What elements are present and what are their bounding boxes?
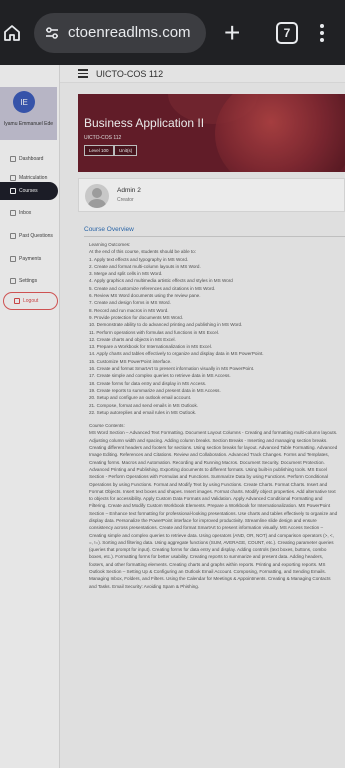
course-title: Business Application II <box>84 116 205 130</box>
dashboard-icon <box>10 156 16 162</box>
main-content: UICTO-COS 112 Business Application II UI… <box>60 65 345 768</box>
outcome-item: 13. Prepare a Workbook for International… <box>89 344 212 350</box>
avatar <box>85 184 109 208</box>
site-settings-icon[interactable] <box>42 23 62 43</box>
outcome-item: 8. Record and run macros in MS Word. <box>89 307 169 313</box>
contents-title: Course Contents: <box>89 423 125 429</box>
outcome-item: 12. Create charts and objects in MS Exce… <box>89 336 176 342</box>
outcome-item: 16. Create and format SmartArt to presen… <box>89 366 255 372</box>
sidebar-item-dashboard[interactable]: Dashboard <box>0 150 58 168</box>
sidebar-item-label: Past Questions <box>19 233 53 239</box>
page-title: UICTO-COS 112 <box>96 68 164 79</box>
sidebar-item-payments[interactable]: Payments <box>0 250 58 268</box>
course-overview: Course Overview Learning Outcomes: At th… <box>78 225 345 768</box>
sidebar-item-settings[interactable]: Settings <box>0 272 58 290</box>
outcome-item: 3. Merge and split cells in MS Word. <box>89 271 163 277</box>
outcome-item: 11. Perform operations with formulas and… <box>89 329 220 335</box>
sidebar-item-courses[interactable]: Courses <box>0 182 58 200</box>
instructor-role: Creator <box>117 197 134 203</box>
outcome-item: 10. Demonstrate ability to do advanced p… <box>89 322 243 328</box>
outcomes-list: 1. Apply text effects and typography in … <box>89 256 339 417</box>
outcomes-title: Learning Outcomes: <box>89 242 131 247</box>
outcome-item: 1. Apply text effects and typography in … <box>89 256 189 262</box>
outcome-item: 15. Customize MS PowerPoint interface. <box>89 358 172 364</box>
browser-menu-icon[interactable] <box>320 23 324 42</box>
profile-name: Iyamu Emmanuel Ede <box>3 121 54 127</box>
avatar: IE <box>13 91 35 113</box>
matriculation-icon <box>10 175 16 181</box>
level-badge: Level 100 <box>84 145 114 156</box>
divider <box>84 236 345 237</box>
outcome-item: 22. Setup autoreplies and email rules in… <box>89 409 197 415</box>
outcome-item: 21. Compose, format and send emails in M… <box>89 402 199 408</box>
gear-icon <box>10 278 16 284</box>
sidebar-item-label: Settings <box>19 278 38 284</box>
page-header: UICTO-COS 112 <box>60 65 345 83</box>
inbox-icon <box>10 210 16 216</box>
payments-icon <box>10 256 16 262</box>
sidebar-item-label: Matriculation <box>19 175 48 181</box>
page-viewport: IE Iyamu Emmanuel Ede Dashboard Matricul… <box>0 65 345 768</box>
past-questions-icon <box>10 233 16 239</box>
contents-text: MS Word Section – Advanced Text Formatti… <box>89 430 338 589</box>
sidebar: IE Iyamu Emmanuel Ede Dashboard Matricul… <box>0 65 60 768</box>
outcome-item: 7. Create and design forms in MS Word. <box>89 300 171 306</box>
outcome-item: 6. Review MS Word documents using the re… <box>89 293 201 299</box>
overview-heading: Course Overview <box>84 226 134 233</box>
url-text[interactable]: ctoenreadlms.com <box>68 24 200 41</box>
home-icon[interactable] <box>2 23 22 43</box>
outcome-item: 4. Apply graphics and multimedia artisti… <box>89 278 233 284</box>
profile-card[interactable]: IE Iyamu Emmanuel Ede <box>0 87 57 140</box>
sidebar-item-label: Inbox <box>19 210 32 216</box>
instructor-card: Admin 2 Creator <box>78 178 345 212</box>
sidebar-item-label: Dashboard <box>19 156 44 162</box>
units-badge: Unit(s) <box>114 145 138 156</box>
outcomes-intro: At the end of this course, students shou… <box>89 249 197 255</box>
outcome-item: 20. Setup and configure an outlook email… <box>89 395 192 401</box>
banner-decoration <box>215 94 345 172</box>
outcome-item: 18. Create forms for data entry and disp… <box>89 380 207 386</box>
sidebar-item-label: Logout <box>23 298 39 304</box>
outcome-item: 17. Create simple and complex queries to… <box>89 373 231 379</box>
courses-icon <box>10 188 16 194</box>
menu-icon[interactable] <box>78 69 88 78</box>
outcome-item: 2. Create and format multi-column layout… <box>89 263 201 269</box>
address-bar[interactable]: ctoenreadlms.com <box>34 12 206 53</box>
overview-body: Learning Outcomes: At the end of this co… <box>78 241 345 590</box>
course-code: UICTO-COS 112 <box>84 135 122 141</box>
sidebar-item-inbox[interactable]: Inbox <box>0 204 58 222</box>
course-banner: Business Application II UICTO-COS 112 Le… <box>78 94 345 172</box>
outcome-item: 5. Create and customize references and c… <box>89 285 216 291</box>
new-tab-icon[interactable]: + <box>224 18 246 47</box>
outcome-item: 14. Apply charts and tables effectively … <box>89 351 264 357</box>
sidebar-item-past-questions[interactable]: Past Questions <box>0 227 58 245</box>
tab-switcher-button[interactable]: 7 <box>276 21 298 44</box>
outcome-item: 9. Provide protection for documents MS W… <box>89 314 184 320</box>
instructor-name: Admin 2 <box>117 187 141 194</box>
sidebar-item-label: Courses <box>19 188 38 194</box>
sidebar-item-logout[interactable]: Logout <box>3 292 58 310</box>
browser-toolbar: ctoenreadlms.com + 7 <box>0 0 345 65</box>
sidebar-item-label: Payments <box>19 256 42 262</box>
logout-icon <box>14 298 20 304</box>
outcome-item: 19. Create reports to summarize and pres… <box>89 387 221 393</box>
